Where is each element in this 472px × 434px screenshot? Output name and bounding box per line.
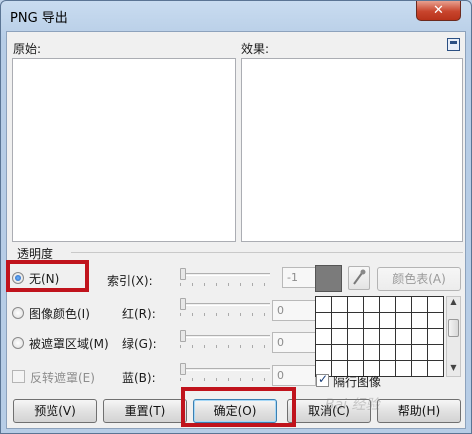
slider-thumb[interactable]: [180, 330, 186, 342]
color-swatch: [315, 265, 342, 292]
color-palette-grid[interactable]: [315, 296, 444, 377]
scroll-down-icon[interactable]: ▼: [447, 363, 460, 375]
slider-track: [180, 303, 270, 306]
interlace-label: 隔行图像: [333, 375, 382, 389]
checkbox-box: [12, 370, 25, 383]
interlace-checkbox[interactable]: 隔行图像: [315, 372, 415, 390]
group-divider: [71, 252, 463, 253]
eyedropper-icon: [353, 269, 366, 285]
red-slider[interactable]: [180, 298, 270, 316]
invert-mask-label: 反转遮罩(E): [30, 371, 95, 385]
green-label: 绿(G):: [122, 337, 157, 351]
original-preview-panel: [12, 58, 236, 242]
slider-track: [180, 335, 270, 338]
green-value-field[interactable]: 0: [272, 332, 316, 353]
red-label: 红(R):: [122, 307, 156, 321]
preview-button[interactable]: 预览(V): [13, 399, 97, 423]
slider-thumb[interactable]: [180, 268, 186, 280]
blue-label: 蓝(B):: [122, 371, 156, 385]
title-bar: PNG 导出 ✕: [1, 1, 471, 29]
slider-track: [180, 273, 270, 276]
invert-mask-checkbox[interactable]: 反转遮罩(E): [11, 367, 111, 387]
scroll-up-icon[interactable]: ▲: [447, 297, 460, 309]
original-label: 原始:: [13, 42, 42, 56]
highlight-box-ok: [181, 387, 296, 427]
effect-label: 效果:: [241, 42, 270, 56]
radio-image-color[interactable]: 图像颜色(I): [10, 303, 110, 323]
effect-preview-panel: [241, 58, 463, 242]
radio-masked-area[interactable]: 被遮罩区域(M): [10, 333, 122, 353]
close-icon: ✕: [433, 3, 444, 18]
radio-indicator: [12, 307, 24, 319]
slider-thumb[interactable]: [180, 363, 186, 375]
blue-value-field[interactable]: 0: [272, 365, 316, 386]
index-label: 索引(X):: [107, 274, 153, 288]
close-button[interactable]: ✕: [416, 1, 461, 21]
color-table-button[interactable]: 颜色表(A): [377, 267, 461, 291]
help-button[interactable]: 帮助(H): [377, 399, 461, 423]
slider-ticks: [180, 345, 270, 348]
scroll-thumb[interactable]: [448, 319, 459, 337]
palette-scrollbar[interactable]: ▲ ▼: [446, 296, 461, 377]
reset-button[interactable]: 重置(T): [103, 399, 187, 423]
radio-image-color-label: 图像颜色(I): [29, 307, 90, 321]
slider-ticks: [180, 378, 270, 381]
checkbox-box: [316, 372, 329, 387]
index-value-field[interactable]: -1: [282, 267, 316, 288]
eyedropper-button[interactable]: [348, 266, 370, 290]
blue-slider[interactable]: [180, 363, 270, 381]
slider-thumb[interactable]: [180, 298, 186, 310]
index-slider[interactable]: [180, 268, 270, 286]
slider-ticks: [180, 283, 270, 286]
watermark: Bai 经验: [325, 397, 380, 413]
window-icon: [450, 41, 457, 44]
dialog-body: 原始: 效果: 透明度 无(N) 图像颜色(I) 被遮罩区域(M) 反转遮罩(E…: [6, 31, 466, 429]
green-slider[interactable]: [180, 330, 270, 348]
highlight-box-none: [6, 260, 89, 292]
window-title: PNG 导出: [10, 11, 68, 26]
slider-track: [180, 368, 270, 371]
slider-ticks: [180, 313, 270, 316]
preview-mode-toggle[interactable]: [447, 38, 460, 51]
radio-indicator: [12, 337, 24, 349]
radio-masked-area-label: 被遮罩区域(M): [29, 337, 109, 351]
png-export-dialog: PNG 导出 ✕ 原始: 效果: 透明度 无(N) 图像颜色(I) 被遮罩区域(…: [0, 0, 472, 434]
red-value-field[interactable]: 0: [272, 300, 316, 321]
